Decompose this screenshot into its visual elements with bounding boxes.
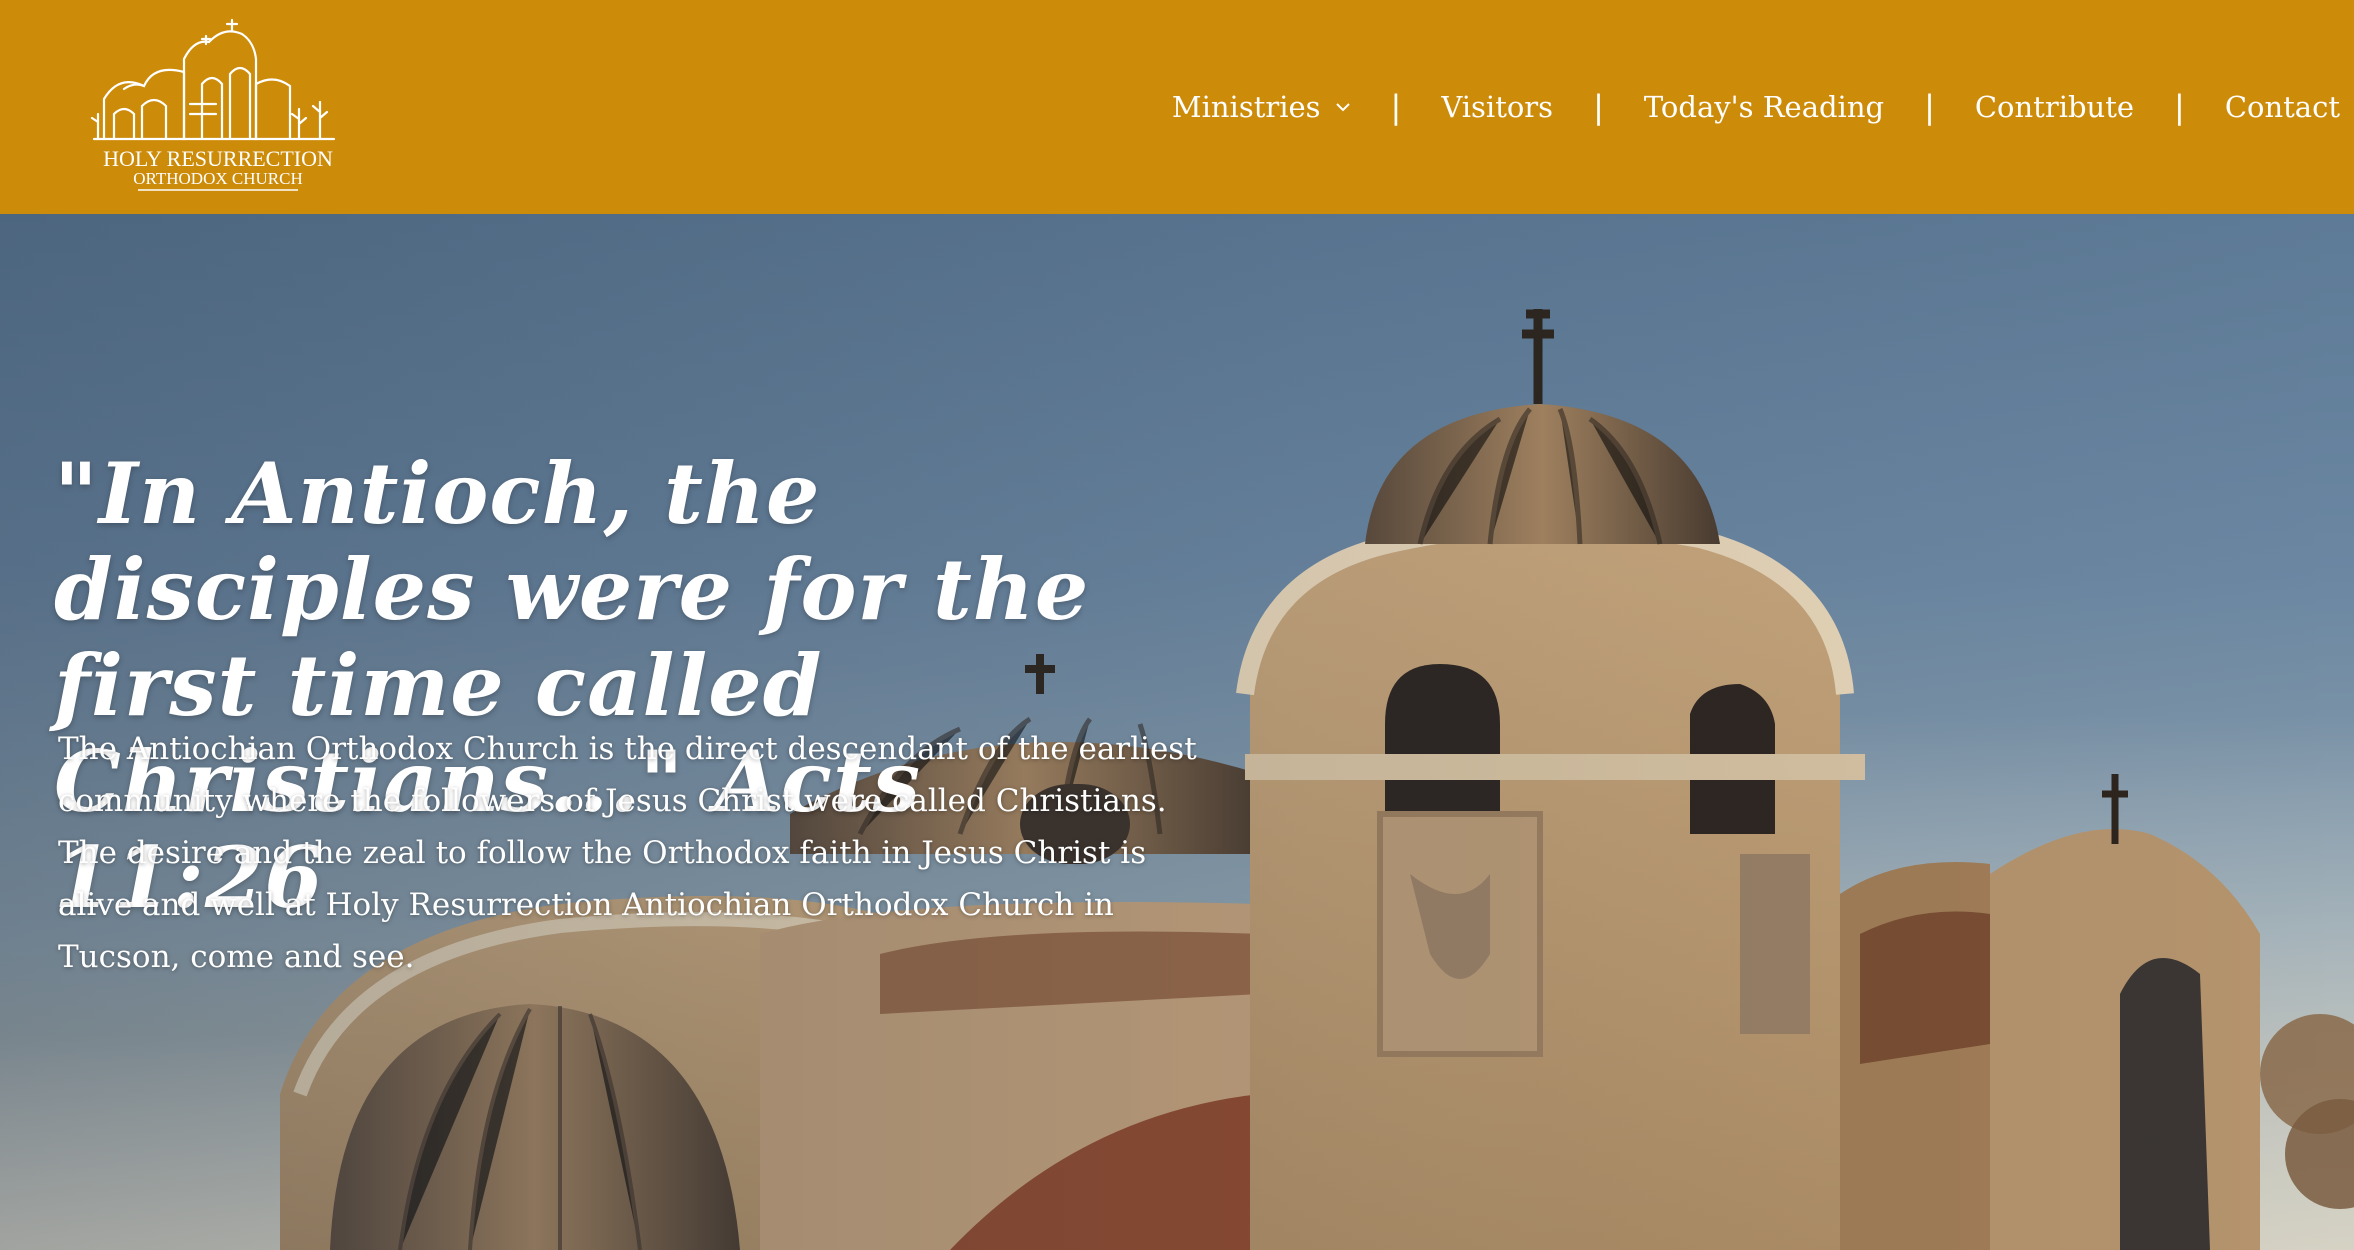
chevron-down-icon <box>1335 103 1350 112</box>
nav-item-contact[interactable]: Contact <box>2225 90 2340 124</box>
hero-section: 5910 <box>0 214 2354 1250</box>
church-logo-image: HOLY RESURRECTION ORTHODOX CHURCH <box>90 18 336 191</box>
nav-separator: | <box>1924 88 1935 126</box>
nav-item-ministries[interactable]: Ministries <box>1172 90 1351 124</box>
hero-description: The Antiochian Orthodox Church is the di… <box>58 731 1197 975</box>
nav-item-contribute[interactable]: Contribute <box>1975 90 2134 124</box>
nav-separator: | <box>1390 88 1402 126</box>
nav-separator: | <box>1593 88 1604 126</box>
nav-item-ministries-label: Ministries <box>1171 90 1321 124</box>
logo-subtitle-text: ORTHODOX CHURCH <box>133 169 302 188</box>
site-header: HOLY RESURRECTION ORTHODOX CHURCH Minist… <box>0 0 2354 214</box>
church-logo[interactable]: HOLY RESURRECTION ORTHODOX CHURCH <box>84 14 352 194</box>
logo-title-text: HOLY RESURRECTION <box>103 146 333 171</box>
nav-item-todays-reading[interactable]: Today's Reading <box>1644 90 1884 124</box>
nav-item-visitors[interactable]: Visitors <box>1441 90 1553 124</box>
main-navigation: Ministries | Visitors | Today's Reading … <box>1172 0 2354 214</box>
nav-separator: | <box>2174 88 2185 126</box>
